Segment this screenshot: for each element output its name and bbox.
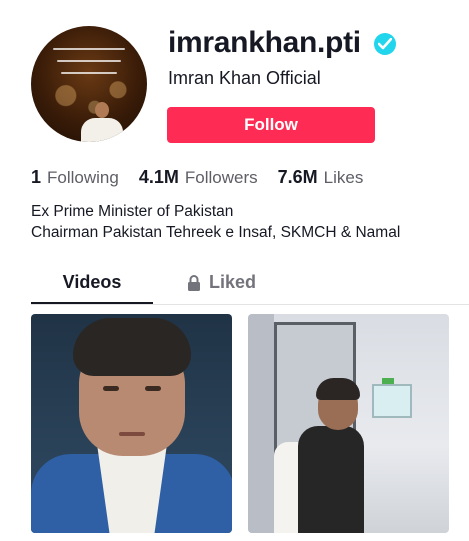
thumbnail-eye — [103, 386, 119, 391]
profile-stats: 1 Following 4.1M Followers 7.6M Likes — [31, 167, 383, 188]
thumbnail-mouth — [119, 432, 145, 436]
stat-followers-label: Followers — [184, 168, 258, 187]
display-name: Imran Khan Official — [168, 68, 321, 88]
profile-avatar[interactable] — [31, 26, 147, 142]
stat-followers[interactable]: 4.1M Followers — [139, 167, 258, 188]
stat-following[interactable]: 1 Following — [31, 167, 119, 188]
stat-likes: 7.6M Likes — [278, 167, 364, 188]
video-thumbnail[interactable] — [248, 314, 449, 533]
video-thumbnail[interactable] — [31, 314, 232, 533]
avatar-figure-head — [95, 102, 109, 118]
avatar-figure-shirt — [81, 118, 123, 142]
username: imrankhan.pti — [168, 26, 361, 59]
stat-following-value: 1 — [31, 167, 42, 187]
tab-videos-label: Videos — [62, 272, 122, 292]
follow-button[interactable]: Follow — [167, 107, 375, 143]
avatar-script-line — [57, 60, 121, 62]
stat-likes-value: 7.6M — [277, 167, 318, 187]
tab-videos[interactable]: Videos — [31, 262, 153, 304]
bio-line: Ex Prime Minister of Pakistan — [31, 203, 234, 220]
stat-following-label: Following — [47, 168, 119, 187]
profile-tabs: Videos Liked — [31, 262, 469, 305]
lock-icon — [188, 274, 200, 291]
thumbnail-vest — [298, 426, 364, 533]
stat-likes-label: Likes — [323, 168, 364, 187]
bio-line: Chairman Pakistan Tehreek e Insaf, SKMCH… — [31, 224, 401, 241]
tab-liked-label: Liked — [209, 272, 257, 292]
stat-followers-value: 4.1M — [138, 167, 179, 187]
avatar-script-line — [53, 48, 125, 50]
thumbnail-wall — [248, 314, 274, 533]
profile-bio: Ex Prime Minister of Pakistan Chairman P… — [31, 201, 400, 243]
thumbnail-hair — [316, 378, 360, 400]
thumbnail-eye — [145, 386, 161, 391]
avatar-script-line — [61, 72, 117, 74]
thumbnail-hair — [73, 318, 191, 376]
thumbnail-wall-panel — [372, 378, 412, 418]
verified-badge-icon — [374, 33, 396, 55]
tab-liked[interactable]: Liked — [187, 262, 256, 303]
